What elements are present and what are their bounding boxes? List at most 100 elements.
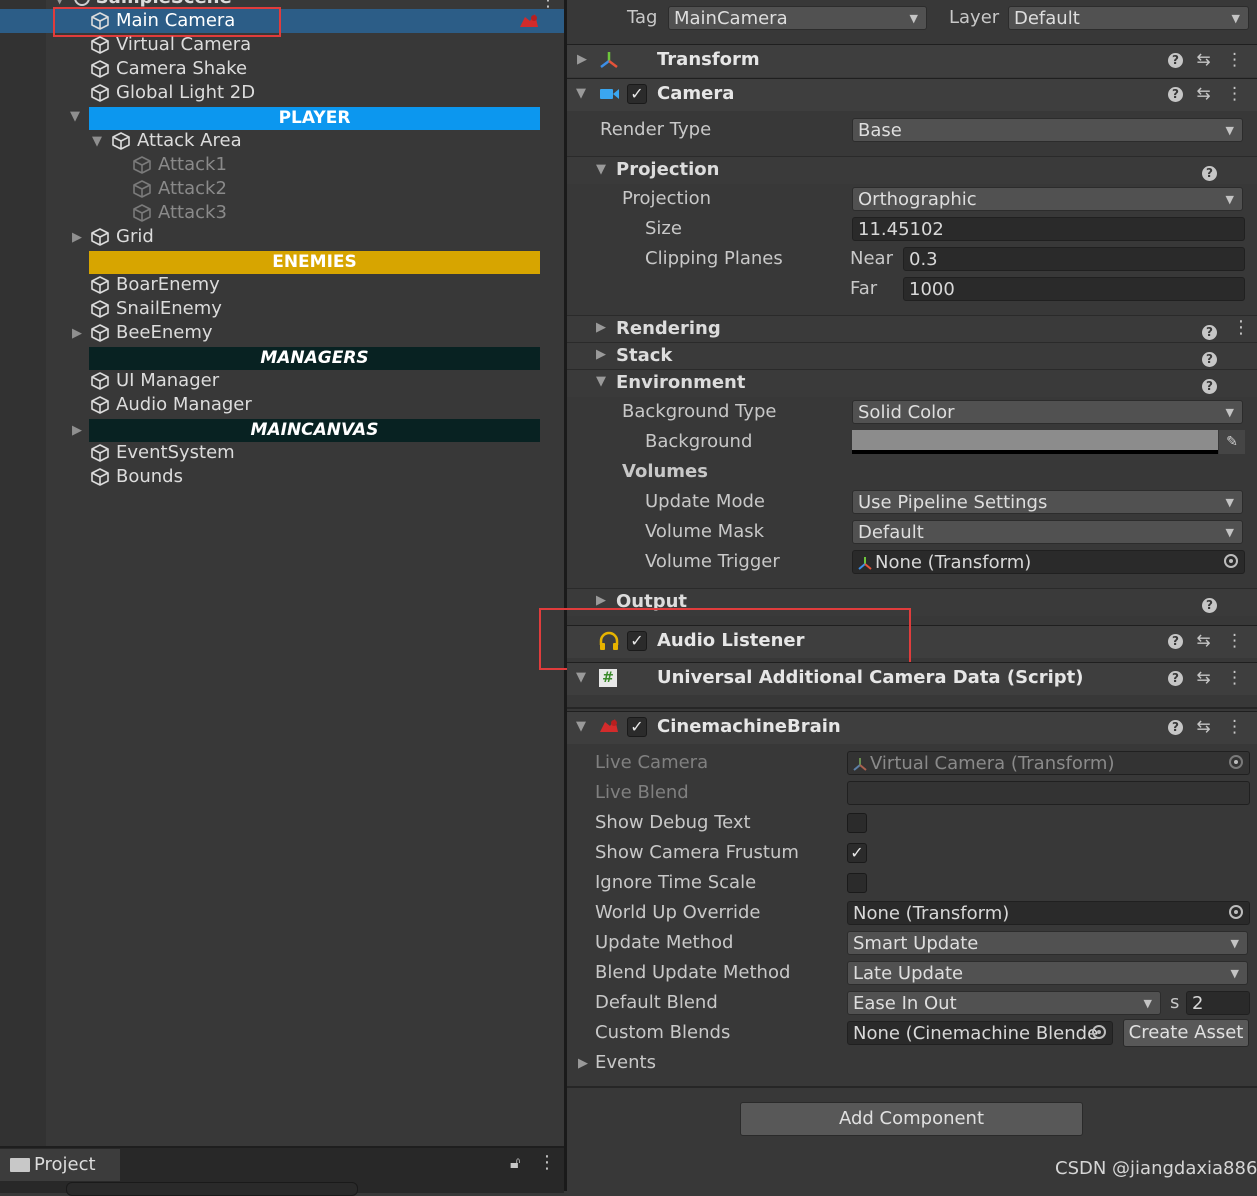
expand-arrow-icon[interactable]: ▶ — [578, 1056, 588, 1071]
projection-value: Orthographic — [858, 189, 977, 210]
camera-enabled-checkbox[interactable]: ✓ — [627, 84, 647, 104]
cinemachine-brain-enabled-checkbox[interactable]: ✓ — [627, 717, 647, 737]
blend-update-method-dropdown[interactable]: Late Update ▼ — [847, 961, 1248, 985]
ignore-time-scale-checkbox[interactable] — [847, 873, 867, 893]
tag-dropdown[interactable]: MainCamera ▼ — [668, 6, 927, 30]
section-menu-icon[interactable]: ⋮ — [1232, 317, 1250, 338]
hierarchy-item-label: Attack2 — [158, 178, 227, 199]
world-up-override-value: None (Transform) — [853, 903, 1010, 924]
expand-arrow-icon[interactable]: ▶ — [596, 347, 606, 362]
collapse-arrow-icon[interactable]: ▼ — [596, 162, 606, 177]
component-actions: ? ⇆ ⋮ — [1168, 50, 1243, 70]
object-picker-icon[interactable] — [1224, 554, 1238, 568]
update-mode-dropdown[interactable]: Use Pipeline Settings ▼ — [852, 490, 1243, 514]
highlight-box-audio-listener — [539, 608, 911, 670]
help-icon[interactable]: ? — [1202, 348, 1217, 369]
preset-icon[interactable]: ⇆ — [1196, 668, 1210, 688]
blend-seconds-value: 2 — [1192, 993, 1204, 1014]
hierarchy-header-managers[interactable]: MANAGERS — [89, 347, 540, 370]
expand-arrow-icon[interactable]: ▼ — [55, 0, 64, 6]
blend-update-method-label: Blend Update Method — [595, 962, 791, 983]
default-blend-dropdown[interactable]: Ease In Out ▼ — [847, 991, 1161, 1015]
background-color-swatch[interactable] — [852, 430, 1218, 454]
expand-arrow-icon[interactable]: ▼ — [92, 134, 102, 149]
custom-blends-field[interactable]: None (Cinemachine Blende — [847, 1021, 1113, 1045]
lock-icon[interactable]: 🔓︎ — [510, 1153, 520, 1173]
collapse-arrow-icon[interactable]: ▼ — [576, 719, 586, 734]
gameobject-cube-icon — [90, 395, 110, 415]
volume-trigger-field[interactable]: None (Transform) — [852, 550, 1245, 574]
collapse-arrow-icon[interactable]: ▼ — [576, 86, 586, 101]
panel-menu-icon[interactable]: ⋮ — [538, 1152, 556, 1173]
background-type-dropdown[interactable]: Solid Color ▼ — [852, 400, 1243, 424]
render-type-dropdown[interactable]: Base ▼ — [852, 118, 1243, 142]
layer-dropdown[interactable]: Default ▼ — [1008, 6, 1249, 30]
world-up-override-label: World Up Override — [595, 902, 761, 923]
hierarchy-header-maincanvas[interactable]: MAINCANVAS — [89, 419, 540, 442]
live-blend-label: Live Blend — [595, 782, 689, 803]
object-picker-icon[interactable] — [1092, 1025, 1106, 1039]
component-menu-icon[interactable]: ⋮ — [1226, 84, 1243, 104]
chevron-down-icon: ▼ — [1231, 12, 1240, 25]
uacd-title: Universal Additional Camera Data (Script… — [657, 667, 1084, 688]
hierarchy-item-label: Attack1 — [158, 154, 227, 175]
expand-arrow-icon[interactable]: ▶ — [596, 320, 606, 335]
show-debug-text-checkbox[interactable] — [847, 813, 867, 833]
far-field[interactable]: 1000 — [903, 277, 1245, 301]
help-icon[interactable]: ? — [1202, 162, 1217, 183]
volume-trigger-label: Volume Trigger — [645, 551, 780, 572]
help-icon[interactable]: ? — [1168, 670, 1183, 686]
expand-arrow-icon[interactable]: ▶ — [577, 52, 587, 67]
custom-blends-value: None (Cinemachine Blende — [853, 1023, 1099, 1044]
object-picker-icon[interactable] — [1229, 905, 1243, 919]
help-icon[interactable]: ? — [1168, 86, 1183, 102]
component-menu-icon[interactable]: ⋮ — [1226, 717, 1243, 737]
component-menu-icon[interactable]: ⋮ — [1226, 50, 1243, 70]
hierarchy-header-player[interactable]: PLAYER — [89, 107, 540, 130]
tab-project[interactable]: Project — [0, 1149, 120, 1181]
add-component-button[interactable]: Add Component — [740, 1102, 1083, 1136]
custom-blends-label: Custom Blends — [595, 1022, 731, 1043]
help-icon[interactable]: ? — [1202, 375, 1217, 396]
collapse-arrow-icon[interactable]: ▼ — [576, 670, 586, 685]
blend-seconds-field[interactable]: 2 — [1186, 991, 1250, 1015]
volume-mask-dropdown[interactable]: Default ▼ — [852, 520, 1243, 544]
hierarchy-item-label: SnailEnemy — [116, 298, 222, 319]
expand-arrow-icon[interactable]: ▶ — [72, 326, 82, 341]
help-icon[interactable]: ? — [1168, 719, 1183, 735]
preset-icon[interactable]: ⇆ — [1196, 717, 1210, 737]
help-icon[interactable]: ? — [1202, 321, 1217, 342]
events-label[interactable]: Events — [595, 1051, 656, 1075]
expand-arrow-icon[interactable]: ▶ — [596, 593, 606, 608]
update-method-label: Update Method — [595, 932, 734, 953]
expand-arrow-icon[interactable]: ▶ — [72, 423, 82, 438]
chevron-down-icon: ▼ — [1143, 997, 1152, 1010]
chevron-down-icon: ▼ — [1225, 193, 1234, 206]
preset-icon[interactable]: ⇆ — [1196, 84, 1210, 104]
layer-value: Default — [1014, 8, 1080, 29]
hierarchy-item-label: Grid — [116, 226, 154, 247]
preset-icon[interactable]: ⇆ — [1196, 631, 1210, 651]
collapse-arrow-icon[interactable]: ▼ — [596, 374, 606, 389]
size-field[interactable]: 11.45102 — [852, 217, 1245, 241]
expand-arrow-icon[interactable]: ▼ — [70, 109, 80, 124]
help-icon[interactable]: ? — [1168, 633, 1183, 649]
hierarchy-header-enemies[interactable]: ENEMIES — [89, 251, 540, 274]
world-up-override-field[interactable]: None (Transform) — [847, 901, 1250, 925]
help-icon[interactable]: ? — [1202, 594, 1217, 615]
near-field[interactable]: 0.3 — [903, 247, 1245, 271]
projection-dropdown[interactable]: Orthographic ▼ — [852, 187, 1243, 211]
expand-arrow-icon[interactable]: ▶ — [72, 230, 82, 245]
search-input[interactable] — [66, 1182, 358, 1196]
eyedropper-icon[interactable]: ✎ — [1219, 430, 1245, 454]
help-icon[interactable]: ? — [1168, 52, 1183, 68]
volume-mask-value: Default — [858, 522, 924, 543]
create-asset-button[interactable]: Create Asset — [1123, 1019, 1249, 1047]
show-camera-frustum-checkbox[interactable]: ✓ — [847, 843, 867, 863]
checkmark-icon: ✓ — [630, 717, 644, 736]
update-method-dropdown[interactable]: Smart Update ▼ — [847, 931, 1248, 955]
component-menu-icon[interactable]: ⋮ — [1226, 631, 1243, 651]
add-component-label: Add Component — [838, 1108, 985, 1129]
preset-icon[interactable]: ⇆ — [1196, 50, 1210, 70]
component-menu-icon[interactable]: ⋮ — [1226, 668, 1243, 688]
